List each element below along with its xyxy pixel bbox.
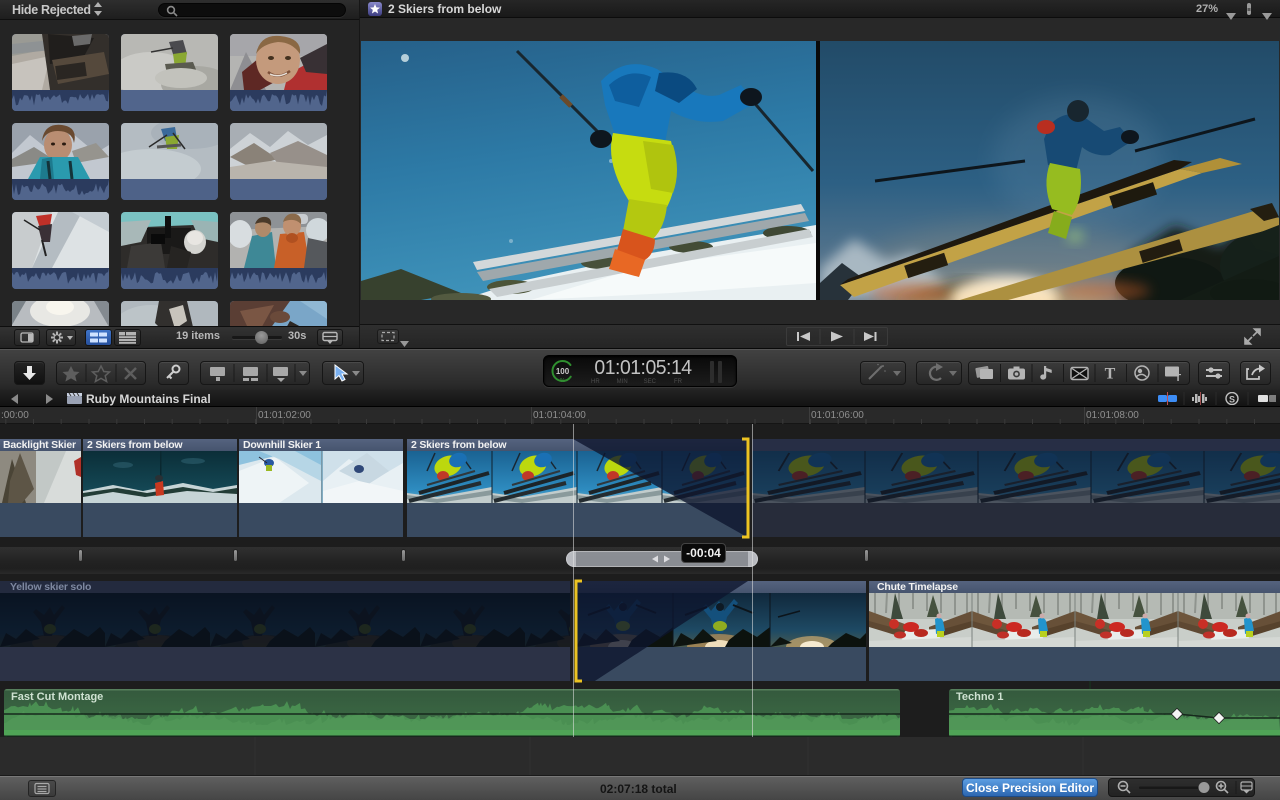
svg-text:T: T	[1105, 366, 1116, 383]
svg-text:S: S	[1229, 395, 1235, 405]
svg-text:%: %	[560, 378, 565, 384]
svg-text:100: 100	[556, 367, 570, 376]
